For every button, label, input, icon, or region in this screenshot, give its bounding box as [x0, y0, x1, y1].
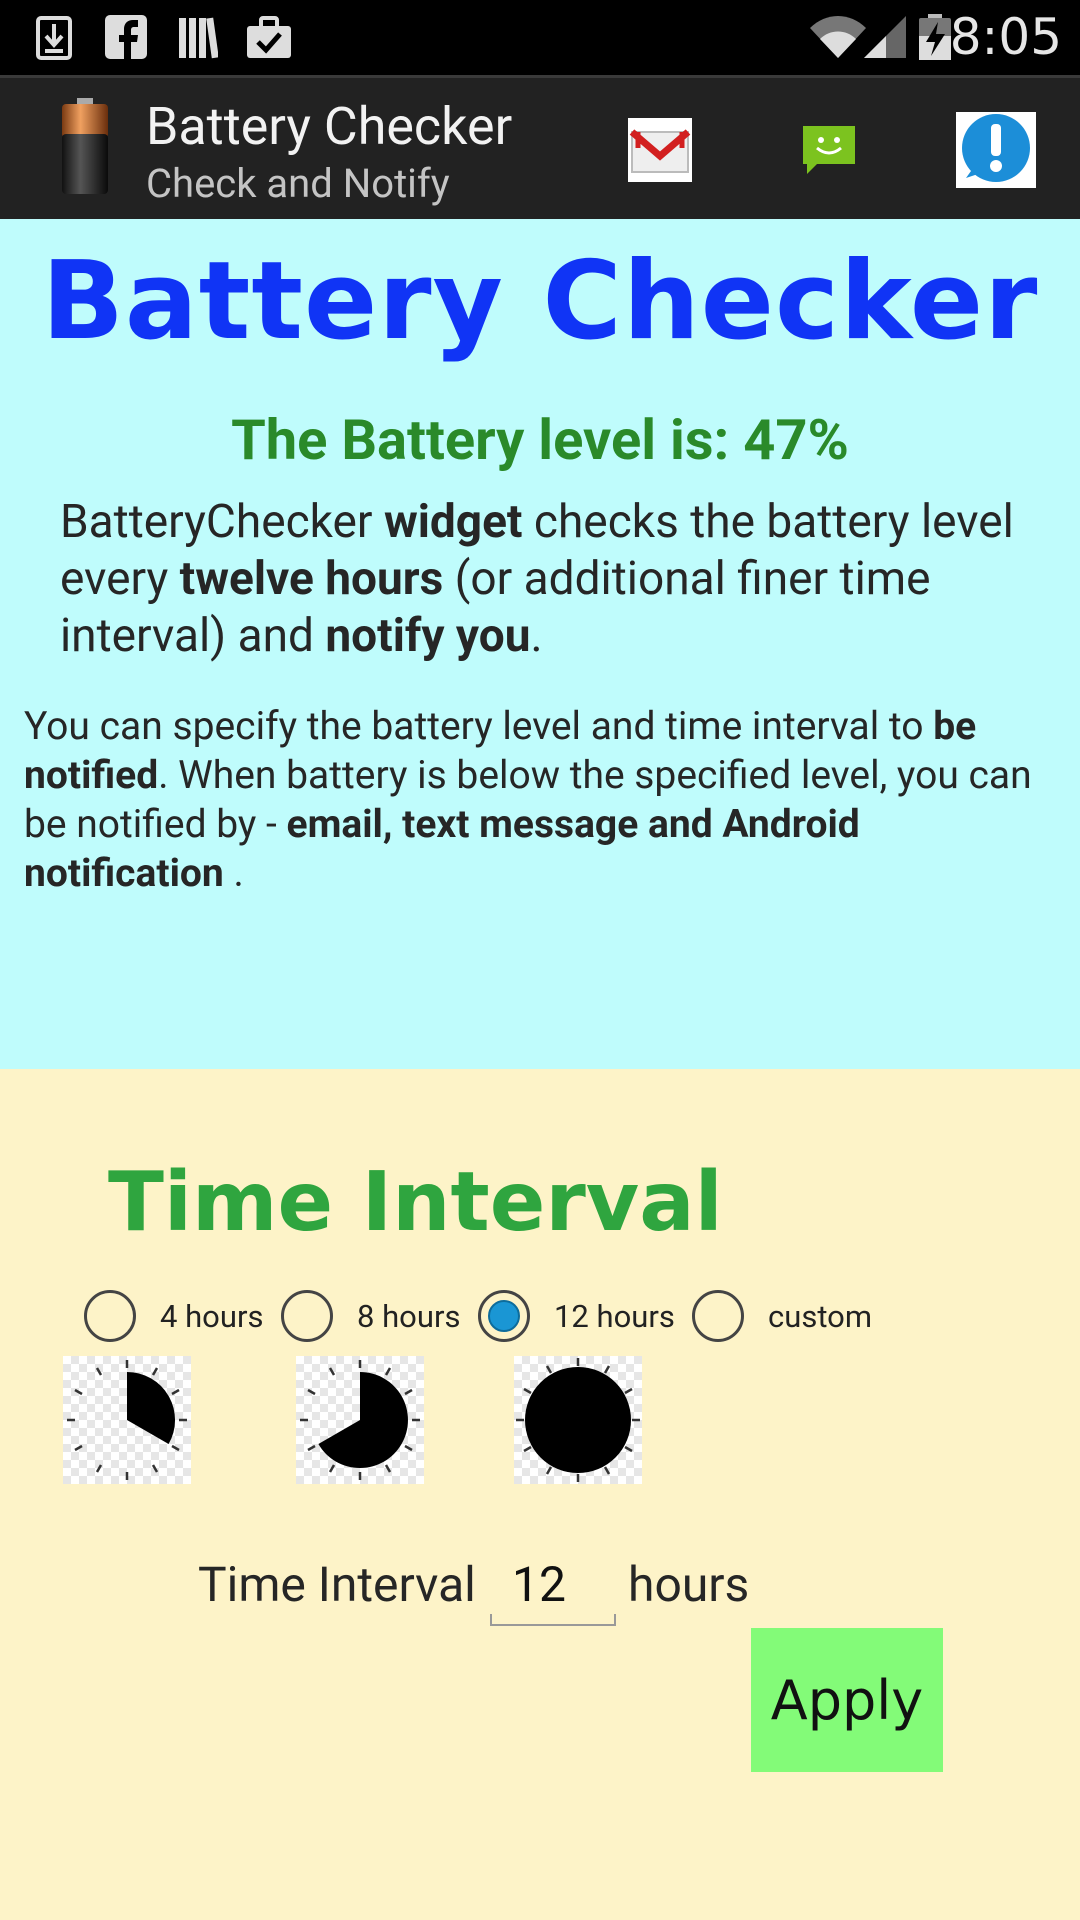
wifi-icon	[810, 16, 866, 58]
radio-circle[interactable]	[281, 1290, 333, 1342]
radio-label: 12 hours	[554, 1297, 675, 1335]
interval-radio-group: 4 hours 8 hours 12 hours custom	[0, 1288, 1080, 1344]
app-subtitle: Check and Notify	[146, 160, 450, 207]
facebook-icon	[105, 15, 147, 59]
gmail-icon	[628, 118, 692, 182]
status-bar: 8:05	[0, 0, 1080, 75]
email-action-button[interactable]	[628, 108, 692, 192]
apply-button[interactable]: Apply	[751, 1628, 943, 1772]
info-action-button[interactable]	[956, 108, 1036, 192]
app-title: Battery Checker	[146, 96, 513, 157]
time-interval-input[interactable]: 12	[490, 1548, 616, 1626]
radio-label: 8 hours	[357, 1297, 461, 1335]
library-icon	[179, 17, 218, 59]
action-bar: Battery Checker Check and Notify	[0, 75, 1080, 219]
radio-4-hours[interactable]: 4 hours	[84, 1288, 263, 1344]
time-interval-heading: Time Interval	[108, 1155, 723, 1250]
download-icon	[36, 16, 72, 60]
main-title: Battery Checker	[41, 239, 1039, 364]
radio-label: 4 hours	[160, 1297, 264, 1335]
time-interval-label: Time Interval	[198, 1556, 476, 1613]
clock-time: 8:05	[949, 8, 1062, 66]
radio-12-hours[interactable]: 12 hours	[478, 1288, 675, 1344]
clock-8-hours-icon[interactable]	[296, 1356, 424, 1484]
radio-circle[interactable]	[692, 1290, 744, 1342]
radio-label: custom	[768, 1297, 873, 1335]
battery-app-icon[interactable]	[50, 98, 120, 198]
signal-icon	[864, 16, 906, 58]
info-icon	[956, 112, 1036, 188]
radio-custom[interactable]: custom	[692, 1288, 872, 1344]
hours-unit-label: hours	[628, 1556, 750, 1613]
battery-icon	[919, 14, 951, 60]
description-paragraph-1: BatteryChecker widget checks the battery…	[60, 495, 1014, 663]
sms-icon	[803, 126, 855, 174]
radio-circle[interactable]	[84, 1290, 136, 1342]
description-paragraph-2: You can specify the battery level and ti…	[24, 703, 1032, 896]
info-panel: Battery Checker The Battery level is: 47…	[0, 219, 1080, 1069]
sms-action-button[interactable]	[800, 108, 858, 192]
clock-12-hours-icon[interactable]	[514, 1356, 642, 1484]
radio-circle-checked[interactable]	[478, 1290, 530, 1342]
briefcase-check-icon	[247, 16, 291, 58]
battery-level-text: The Battery level is: 47%	[231, 407, 849, 473]
radio-8-hours[interactable]: 8 hours	[281, 1288, 460, 1344]
clock-4-hours-icon[interactable]	[63, 1356, 191, 1484]
